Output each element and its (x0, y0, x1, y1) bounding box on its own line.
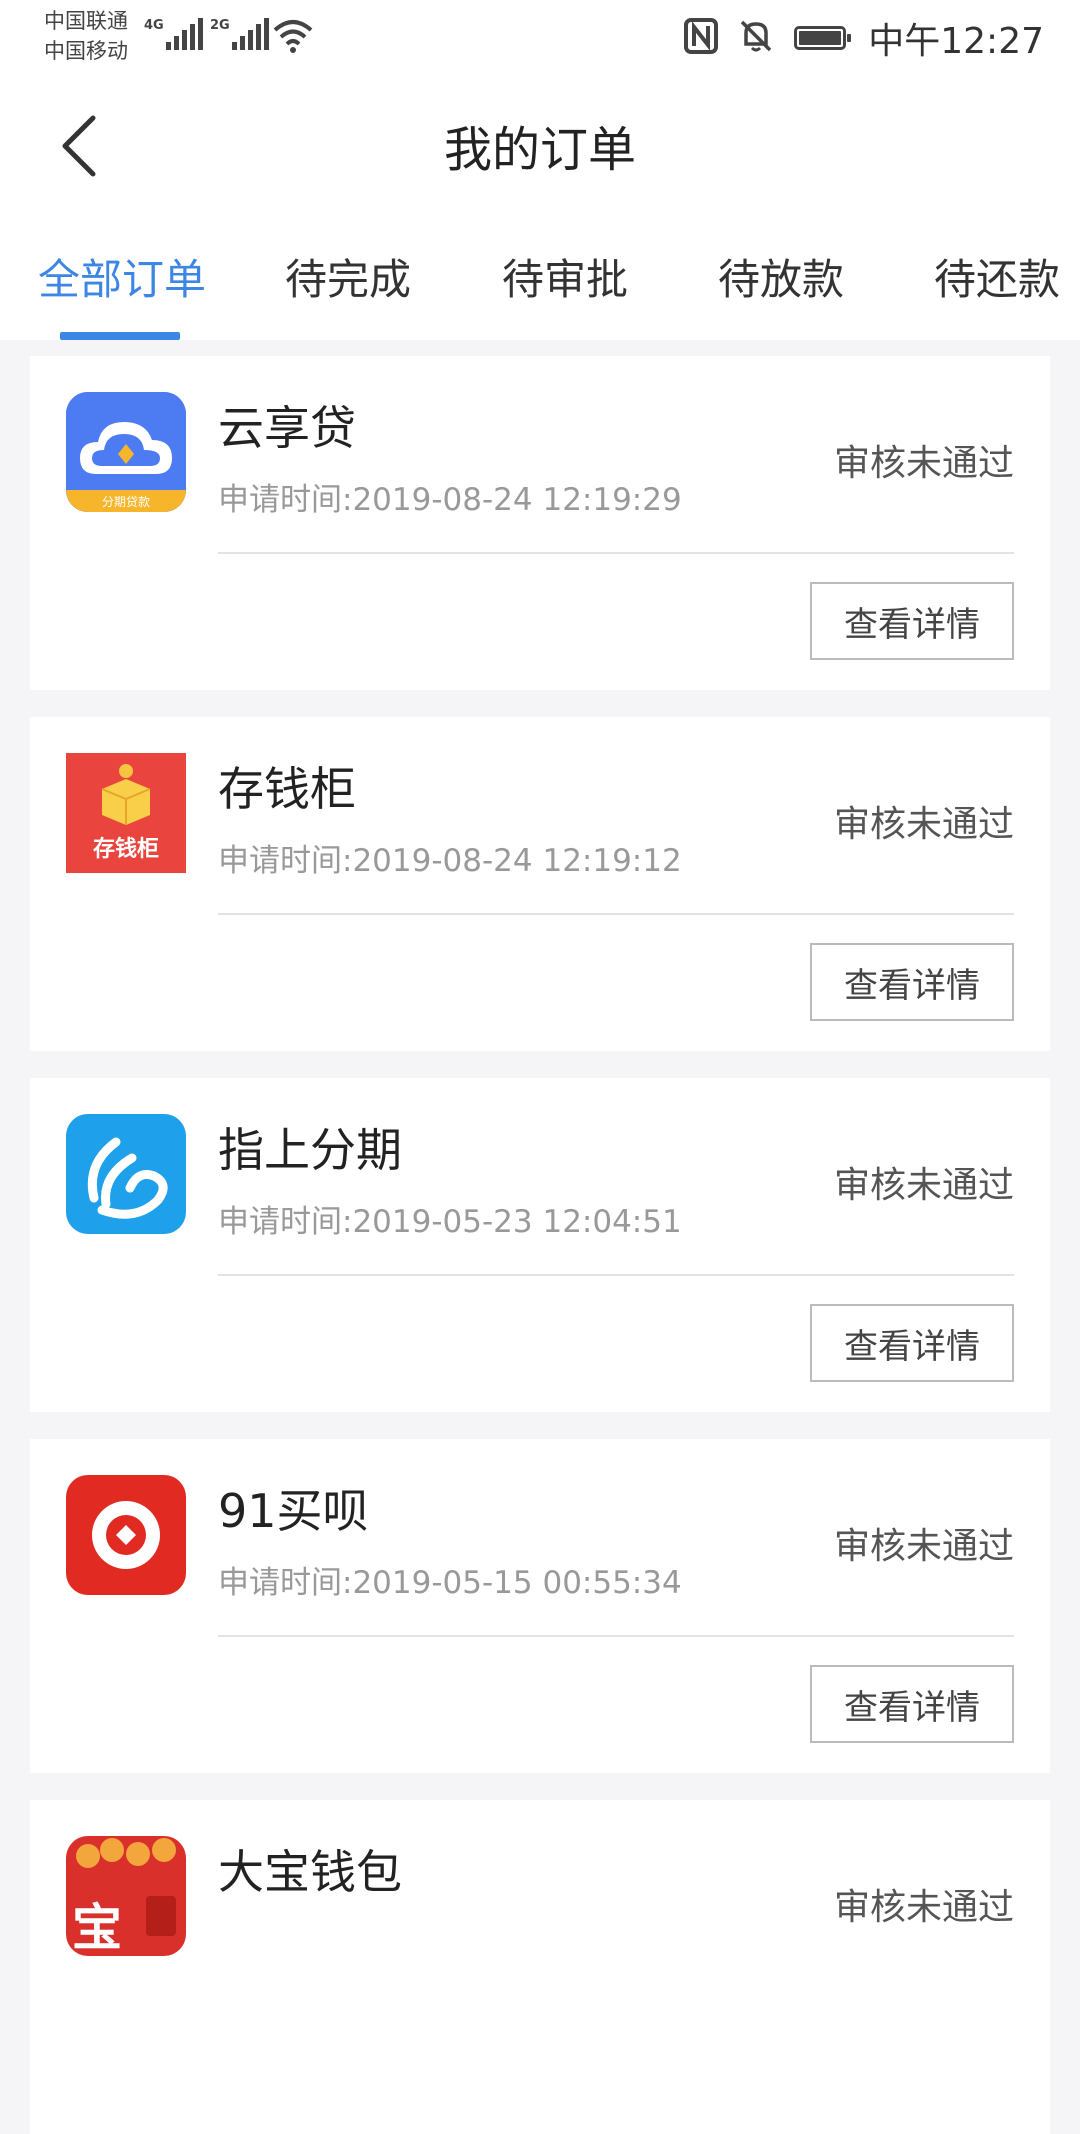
nfc-icon (684, 18, 719, 58)
order-status: 审核未通过 (833, 1526, 1014, 1567)
order-status: 审核未通过 (833, 804, 1014, 845)
divider (218, 1635, 1014, 1637)
order-card[interactable]: 宝 大宝钱包 审核未通过 (30, 1800, 1050, 2134)
app-name: 存钱柜 (218, 762, 356, 816)
cloud-loan-logo: 分期贷款 (66, 392, 186, 512)
divider (218, 1274, 1014, 1276)
divider (218, 913, 1014, 915)
network-type-1: 4G (144, 18, 164, 33)
tab-all-orders[interactable]: 全部订单 (38, 246, 206, 307)
view-details-button[interactable]: 查看详情 (810, 582, 1014, 660)
app-name: 大宝钱包 (218, 1845, 402, 1899)
battery-icon (794, 26, 852, 50)
logo-caption: 宝 (72, 1899, 122, 1956)
tab-pending-approval[interactable]: 待审批 (502, 246, 628, 307)
treasure-logo: 宝 (66, 1836, 186, 1956)
order-card[interactable]: 91买呗 申请时间:2019-05-15 00:55:34 审核未通过 查看详情 (30, 1439, 1050, 1773)
view-details-button[interactable]: 查看详情 (810, 1304, 1014, 1382)
tab-pending-disbursement[interactable]: 待放款 (718, 246, 844, 307)
order-card[interactable]: 存钱柜 存钱柜 申请时间:2019-08-24 12:19:12 审核未通过 查… (30, 717, 1050, 1051)
app-name: 指上分期 (218, 1123, 402, 1177)
logo-caption: 分期贷款 (101, 495, 150, 509)
wifi-icon (272, 18, 314, 58)
header: 我的订单 (0, 80, 1080, 210)
order-card[interactable]: 指上分期 申请时间:2019-05-23 12:04:51 审核未通过 查看详情 (30, 1078, 1050, 1412)
clock: 中午12:27 (868, 21, 1044, 62)
status-bar: 中国联通 中国移动 4G 2G 中午12:27 (0, 0, 1080, 80)
tab-pending-repayment[interactable]: 待还款 (934, 246, 1060, 307)
status-right: 中午12:27 (684, 14, 1044, 62)
app-name: 91买呗 (218, 1484, 369, 1538)
order-status: 审核未通过 (833, 1165, 1014, 1206)
coin-logo (66, 1475, 186, 1595)
carrier-info: 中国联通 中国移动 (44, 6, 128, 66)
apply-time: 申请时间:2019-08-24 12:19:29 (218, 482, 682, 518)
view-details-button[interactable]: 查看详情 (810, 1665, 1014, 1743)
order-status: 审核未通过 (833, 1887, 1014, 1928)
page-title: 我的订单 (443, 122, 636, 178)
order-status: 审核未通过 (833, 443, 1014, 484)
order-card[interactable]: 分期贷款 云享贷 申请时间:2019-08-24 12:19:29 审核未通过 … (30, 356, 1050, 690)
divider (218, 552, 1014, 554)
apply-time: 申请时间:2019-05-15 00:55:34 (218, 1565, 682, 1601)
network-type-2: 2G (210, 18, 230, 33)
tab-pending-completion[interactable]: 待完成 (285, 246, 411, 307)
apply-time: 申请时间:2019-05-23 12:04:51 (218, 1204, 682, 1240)
mute-icon (740, 18, 772, 58)
logo-caption: 存钱柜 (92, 837, 159, 862)
apply-time: 申请时间:2019-08-24 12:19:12 (218, 843, 682, 879)
view-details-button[interactable]: 查看详情 (810, 943, 1014, 1021)
signal-2-icon: 2G (210, 18, 269, 50)
app-name: 云享贷 (218, 401, 356, 455)
box-logo: 存钱柜 (66, 753, 186, 873)
carrier-2: 中国移动 (44, 39, 128, 63)
order-tabs: 全部订单 待完成 待审批 待放款 待还款 (0, 210, 1080, 340)
swirl-logo (66, 1114, 186, 1234)
active-tab-indicator (60, 332, 180, 340)
carrier-1: 中国联通 (44, 9, 128, 33)
signal-1-icon: 4G (144, 18, 203, 50)
